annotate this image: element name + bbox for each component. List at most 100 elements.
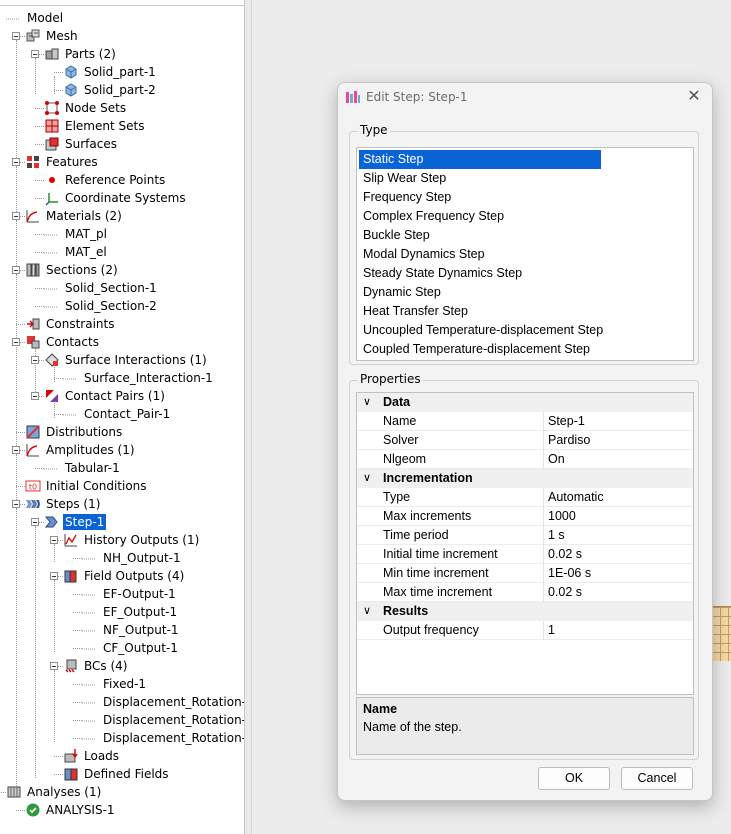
property-value[interactable]: Automatic [548, 488, 604, 507]
step-type-list[interactable]: Static Step Slip Wear Step Frequency Step C… [356, 147, 694, 361]
step-type-item[interactable]: Complex Frequency Step [363, 207, 504, 226]
collapse-toggle-icon[interactable] [50, 536, 58, 544]
collapse-toggle-icon[interactable] [31, 392, 39, 400]
tree-node[interactable]: Solid_part-1 [63, 63, 158, 81]
collapse-toggle-icon[interactable] [12, 32, 20, 40]
property-row[interactable]: Output frequency 1 [357, 621, 693, 640]
chevron-down-icon[interactable]: ∨ [363, 602, 371, 621]
tree-node[interactable]: Fixed-1 [82, 675, 148, 693]
tree-node[interactable]: Surface_Interaction-1 [63, 369, 215, 387]
collapse-toggle-icon[interactable] [12, 212, 20, 220]
tree-node[interactable]: Analyses (1) [6, 783, 103, 801]
collapse-toggle-icon[interactable] [31, 50, 39, 58]
step-type-item[interactable]: Steady State Dynamics Step [363, 264, 522, 283]
collapse-toggle-icon[interactable] [12, 338, 20, 346]
tree-node[interactable]: Constraints [25, 315, 116, 333]
property-value[interactable]: 1 s [548, 526, 565, 545]
model-tree[interactable]: Model Mesh Parts (2) Solid_part-1 Solid_part… [0, 0, 245, 834]
property-value[interactable]: 1000 [548, 507, 576, 526]
properties-grid[interactable]: ∨ Data Name Step-1 Solver Pardiso Nlgeom On ∨ Inc… [356, 392, 694, 695]
tree-node[interactable]: Steps (1) [25, 495, 102, 513]
tree-node[interactable]: Surfaces [44, 135, 119, 153]
tree-node[interactable]: Step-1 [44, 513, 107, 531]
property-value[interactable]: 1 [548, 621, 555, 640]
tree-node[interactable]: Defined Fields [63, 765, 171, 783]
tree-node[interactable]: EF-Output-1 [82, 585, 178, 603]
tree-node[interactable]: Displacement_Rotation-2 [82, 711, 244, 729]
tree-node[interactable]: Loads [63, 747, 121, 765]
tree-node[interactable]: Solid_Section-2 [44, 297, 159, 315]
step-type-item[interactable]: Heat Transfer Step [363, 302, 468, 321]
tree-node[interactable]: Tabular-1 [44, 459, 122, 477]
tree-node[interactable]: NF_Output-1 [82, 621, 181, 639]
tree-node[interactable]: Parts (2) [44, 45, 118, 63]
tree-node[interactable]: Features [25, 153, 100, 171]
tree-node[interactable]: Coordinate Systems [44, 189, 188, 207]
tree-node[interactable]: Amplitudes (1) [25, 441, 137, 459]
tree-node[interactable]: MAT_pl [44, 225, 109, 243]
property-row[interactable]: Initial time increment 0.02 s [357, 545, 693, 564]
chevron-down-icon[interactable]: ∨ [363, 393, 371, 412]
tree-node[interactable]: Contact_Pair-1 [63, 405, 172, 423]
tree-node[interactable]: Sections (2) [25, 261, 120, 279]
tree-node[interactable]: Reference Points [44, 171, 167, 189]
step-type-item[interactable]: Frequency Step [363, 188, 451, 207]
property-category[interactable]: ∨ Results [357, 602, 693, 621]
tree-node[interactable]: Solid_Section-1 [44, 279, 159, 297]
tree-node[interactable]: Materials (2) [25, 207, 124, 225]
tree-node[interactable]: Contact Pairs (1) [44, 387, 167, 405]
tree-node[interactable]: NH_Output-1 [82, 549, 183, 567]
property-row[interactable]: Name Step-1 [357, 412, 693, 431]
step-type-item[interactable]: Slip Wear Step [363, 169, 446, 188]
property-row[interactable]: Min time increment 1E-06 s [357, 564, 693, 583]
collapse-toggle-icon[interactable] [12, 446, 20, 454]
property-value[interactable]: 0.02 s [548, 545, 582, 564]
tree-node[interactable]: ANALYSIS-1 [25, 801, 117, 819]
property-value[interactable]: 1E-06 s [548, 564, 591, 583]
step-type-item[interactable]: Modal Dynamics Step [363, 245, 485, 264]
tree-node[interactable]: EF_Output-1 [82, 603, 179, 621]
collapse-toggle-icon[interactable] [50, 572, 58, 580]
cancel-button[interactable]: Cancel [621, 767, 693, 790]
property-value[interactable]: On [548, 450, 565, 469]
step-type-item[interactable]: Static Step [359, 150, 601, 169]
ok-button[interactable]: OK [538, 767, 610, 790]
collapse-toggle-icon[interactable] [31, 518, 39, 526]
tree-node[interactable]: t0 Initial Conditions [25, 477, 149, 495]
collapse-toggle-icon[interactable] [12, 500, 20, 508]
tree-node[interactable]: Element Sets [44, 117, 146, 135]
chevron-down-icon[interactable]: ∨ [363, 469, 371, 488]
close-icon[interactable]: ✕ [686, 88, 702, 104]
collapse-toggle-icon[interactable] [50, 662, 58, 670]
tree-node[interactable]: Distributions [25, 423, 124, 441]
step-type-item[interactable]: Buckle Step [363, 226, 430, 245]
property-row[interactable]: Time period 1 s [357, 526, 693, 545]
step-type-item[interactable]: Uncoupled Temperature-displacement Step [363, 321, 603, 340]
property-row[interactable]: Solver Pardiso [357, 431, 693, 450]
tree-node[interactable]: Mesh [25, 27, 80, 45]
tree-node[interactable]: MAT_el [44, 243, 109, 261]
tree-node[interactable]: Contacts [25, 333, 101, 351]
property-row[interactable]: Max increments 1000 [357, 507, 693, 526]
property-row[interactable]: Nlgeom On [357, 450, 693, 469]
property-row[interactable]: Type Automatic [357, 488, 693, 507]
tree-node[interactable]: Surface Interactions (1) [44, 351, 209, 369]
property-value[interactable]: Pardiso [548, 431, 590, 450]
tree-node[interactable]: Node Sets [44, 99, 128, 117]
tree-node[interactable]: History Outputs (1) [63, 531, 201, 549]
tree-node[interactable]: CF_Output-1 [82, 639, 180, 657]
property-row[interactable]: Max time increment 0.02 s [357, 583, 693, 602]
step-type-item[interactable]: Coupled Temperature-displacement Step [363, 340, 590, 359]
collapse-toggle-icon[interactable] [31, 356, 39, 364]
tree-node[interactable]: Solid_part-2 [63, 81, 158, 99]
step-type-item[interactable]: Dynamic Step [363, 283, 441, 302]
tree-node[interactable]: Model [6, 9, 65, 27]
collapse-toggle-icon[interactable] [12, 266, 20, 274]
tree-node[interactable]: Field Outputs (4) [63, 567, 186, 585]
tree-node[interactable]: Displacement_Rotation-3 [82, 729, 244, 747]
property-value[interactable]: Step-1 [548, 412, 585, 431]
property-value[interactable]: 0.02 s [548, 583, 582, 602]
property-category[interactable]: ∨ Data [357, 393, 693, 412]
tree-node[interactable]: BCs (4) [63, 657, 129, 675]
property-category[interactable]: ∨ Incrementation [357, 469, 693, 488]
